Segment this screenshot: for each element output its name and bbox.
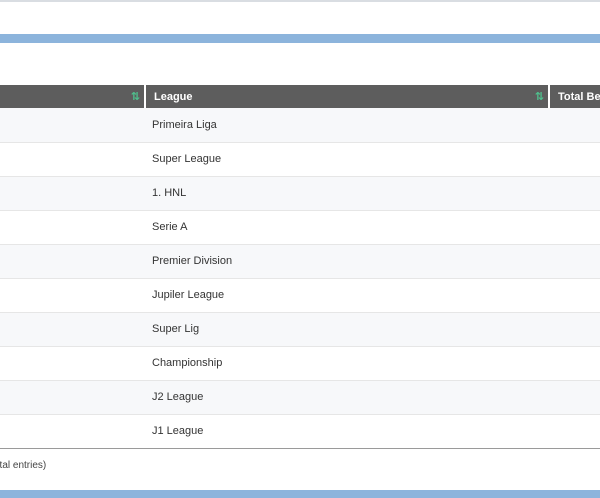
cell-league: J2 League: [145, 380, 549, 415]
cell-total-bet: [549, 380, 600, 415]
cell-col1: [0, 380, 145, 415]
bottom-accent-bar: [0, 490, 600, 498]
cell-col1: [0, 210, 145, 245]
cell-total-bet: [549, 346, 600, 381]
cell-col1: [0, 176, 145, 211]
sort-icon[interactable]: ⇅: [131, 90, 140, 103]
column-header-1[interactable]: ⇅: [0, 85, 146, 108]
cell-league: Super League: [145, 142, 549, 177]
table-row[interactable]: 1. HNL: [0, 176, 600, 211]
cell-col1: [0, 312, 145, 347]
column-header-total-bet[interactable]: Total Bet: [549, 85, 600, 108]
table-row[interactable]: J2 League: [0, 380, 600, 415]
cell-total-bet: [549, 278, 600, 313]
cell-total-bet: [549, 312, 600, 347]
column-header-label: Total Bet: [558, 90, 600, 103]
table-row[interactable]: Super Lig: [0, 312, 600, 347]
top-divider: [0, 0, 600, 2]
cell-col1: [0, 414, 145, 449]
leagues-table: ⇅ League ⇅ Total Bet Primeira Liga Super…: [0, 85, 600, 449]
cell-league: 1. HNL: [145, 176, 549, 211]
table-row[interactable]: Jupiler League: [0, 278, 600, 313]
cell-col1: [0, 278, 145, 313]
column-header-label: League: [154, 90, 193, 103]
table-row[interactable]: Championship: [0, 346, 600, 381]
cell-total-bet: [549, 108, 600, 143]
cell-col1: [0, 346, 145, 381]
cell-league: Championship: [145, 346, 549, 381]
table-info-text: otal entries): [0, 460, 47, 471]
table-row[interactable]: Super League: [0, 142, 600, 177]
cell-league: Serie A: [145, 210, 549, 245]
cell-total-bet: [549, 142, 600, 177]
sort-icon[interactable]: ⇅: [535, 90, 544, 103]
cell-league: Jupiler League: [145, 278, 549, 313]
cell-league: Primeira Liga: [145, 108, 549, 143]
cell-league: J1 League: [145, 414, 549, 449]
table-row[interactable]: Primeira Liga: [0, 108, 600, 143]
cell-total-bet: [549, 176, 600, 211]
top-accent-bar: [0, 34, 600, 43]
cell-col1: [0, 142, 145, 177]
table-row[interactable]: Serie A: [0, 210, 600, 245]
cell-league: Super Lig: [145, 312, 549, 347]
cell-total-bet: [549, 244, 600, 279]
table-header-row: ⇅ League ⇅ Total Bet: [0, 85, 600, 108]
cell-col1: [0, 244, 145, 279]
table-row[interactable]: Premier Division: [0, 244, 600, 279]
column-header-league[interactable]: League ⇅: [145, 85, 550, 108]
cell-league: Premier Division: [145, 244, 549, 279]
table-row[interactable]: J1 League: [0, 414, 600, 449]
cell-col1: [0, 108, 145, 143]
cell-total-bet: [549, 414, 600, 449]
cell-total-bet: [549, 210, 600, 245]
page: ⇅ League ⇅ Total Bet Primeira Liga Super…: [0, 0, 600, 498]
